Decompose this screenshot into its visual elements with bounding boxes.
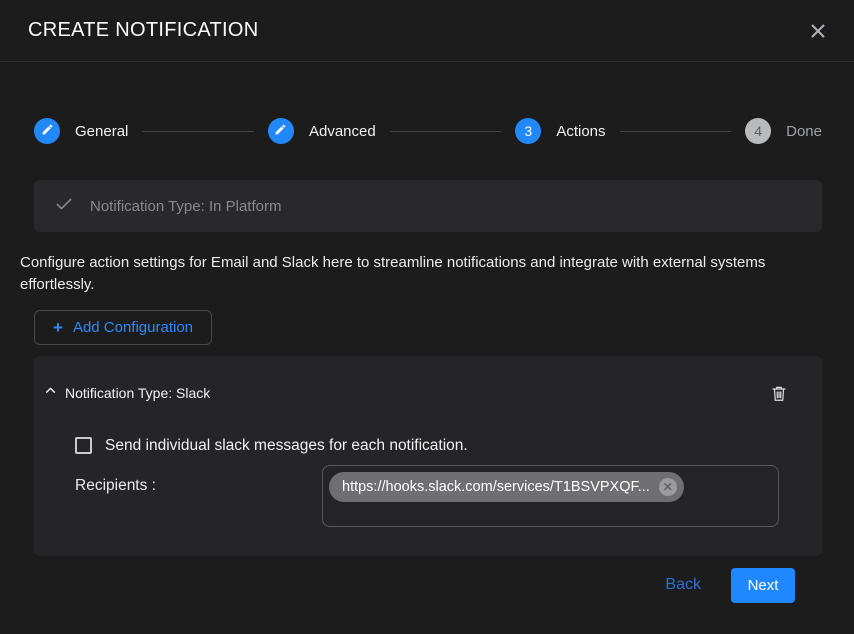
step-advanced-circle — [268, 118, 294, 144]
delete-configuration-button[interactable] — [768, 382, 790, 405]
stepper-connector — [142, 131, 254, 132]
chip-remove-button[interactable]: ✕ — [659, 478, 677, 496]
modal-content: General Advanced 3 Actions — [0, 62, 854, 603]
step-done[interactable]: 4 Done — [745, 118, 822, 144]
individual-messages-label: Send individual slack messages for each … — [105, 437, 468, 455]
step-actions-label: Actions — [556, 123, 605, 140]
trash-icon — [770, 391, 788, 406]
wizard-stepper: General Advanced 3 Actions — [34, 118, 822, 144]
individual-messages-row: Send individual slack messages for each … — [75, 437, 790, 455]
pencil-icon — [41, 123, 54, 139]
slack-configuration-card: Notification Type: Slack — [34, 356, 822, 556]
chevron-up-icon — [44, 384, 57, 402]
step-done-label: Done — [786, 123, 822, 140]
recipients-input[interactable]: https://hooks.slack.com/services/T1BSVPX… — [322, 465, 779, 527]
stepper-connector — [390, 131, 502, 132]
slack-card-header: Notification Type: Slack — [44, 382, 790, 405]
recipients-label: Recipients : — [75, 465, 322, 495]
check-icon — [54, 194, 74, 218]
close-icon — [808, 29, 828, 44]
step-actions-circle: 3 — [515, 118, 541, 144]
step-advanced[interactable]: Advanced — [268, 118, 376, 144]
step-done-circle: 4 — [745, 118, 771, 144]
step-general[interactable]: General — [34, 118, 128, 144]
individual-messages-checkbox[interactable] — [75, 437, 92, 454]
modal-header: CREATE NOTIFICATION — [0, 0, 854, 62]
modal-footer: Back Next — [20, 568, 822, 603]
recipient-chip: https://hooks.slack.com/services/T1BSVPX… — [329, 472, 684, 502]
pencil-icon — [274, 123, 287, 139]
step-advanced-label: Advanced — [309, 123, 376, 140]
slack-card-body: Send individual slack messages for each … — [75, 437, 790, 527]
notification-type-platform-label: Notification Type: In Platform — [90, 198, 281, 215]
stepper-connector — [620, 131, 732, 132]
close-button[interactable] — [804, 17, 832, 45]
actions-description: Configure action settings for Email and … — [20, 252, 810, 296]
modal-title: CREATE NOTIFICATION — [28, 19, 259, 42]
slack-card-title: Notification Type: Slack — [65, 385, 210, 401]
recipients-row: Recipients : https://hooks.slack.com/ser… — [75, 465, 790, 527]
notification-type-platform-panel: Notification Type: In Platform — [34, 180, 822, 232]
create-notification-modal: CREATE NOTIFICATION G — [0, 0, 854, 634]
add-configuration-button[interactable]: + Add Configuration — [34, 310, 212, 345]
step-actions[interactable]: 3 Actions — [515, 118, 605, 144]
add-configuration-label: Add Configuration — [73, 319, 193, 336]
plus-icon: + — [53, 319, 63, 336]
step-general-circle — [34, 118, 60, 144]
next-button[interactable]: Next — [731, 568, 795, 603]
recipient-chip-text: https://hooks.slack.com/services/T1BSVPX… — [342, 479, 650, 495]
step-general-label: General — [75, 123, 128, 140]
slack-card-collapse-toggle[interactable]: Notification Type: Slack — [44, 384, 210, 402]
back-button[interactable]: Back — [665, 576, 701, 594]
